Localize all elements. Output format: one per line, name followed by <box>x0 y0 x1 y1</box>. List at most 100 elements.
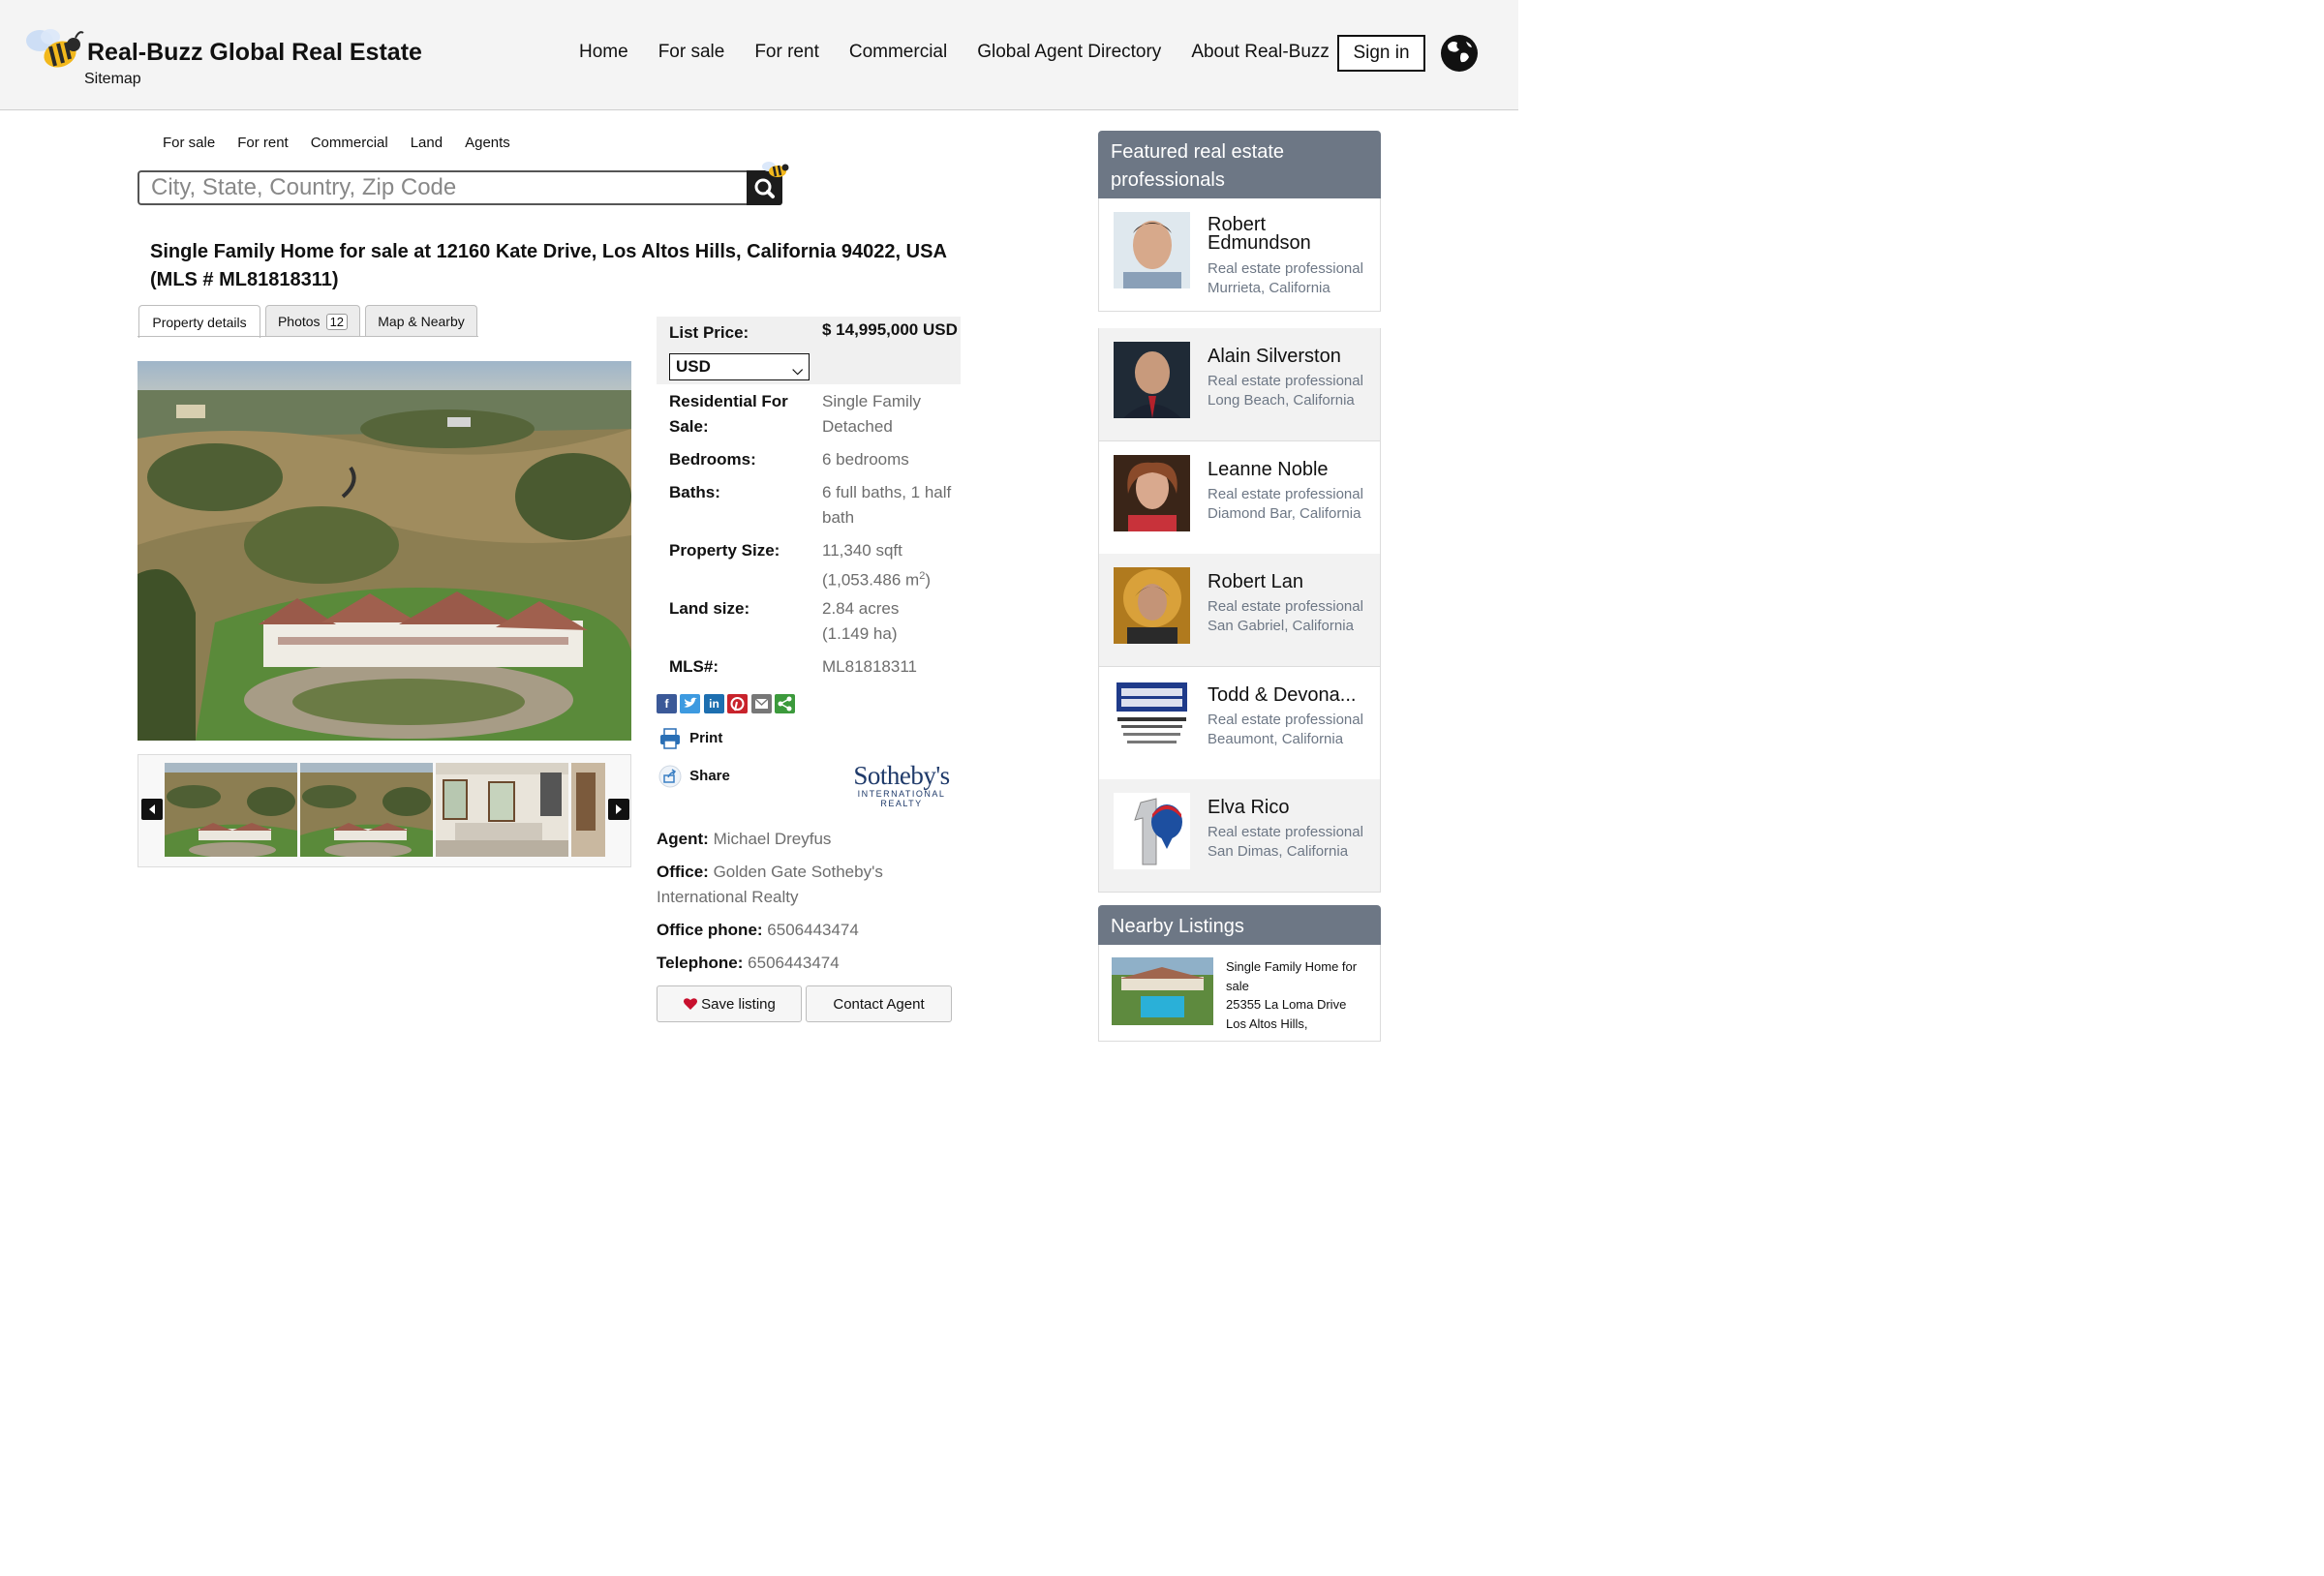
listing-title: Single Family Home for sale at 12160 Kat… <box>150 241 947 290</box>
broker-logo-subtitle: INTERNATIONAL REALTY <box>857 789 946 808</box>
nearby-listing-info[interactable]: Single Family Home for sale 25355 La Lom… <box>1226 957 1371 1033</box>
property-size-label: Property Size: <box>669 541 780 560</box>
tab-map-nearby-label: Map & Nearby <box>378 314 465 329</box>
location-search-input[interactable] <box>138 170 749 205</box>
agent-name[interactable]: Michael Dreyfus <box>714 830 832 848</box>
nearby-listing-city: Los Altos Hills, <box>1226 1015 1308 1031</box>
photo-thumbnail[interactable] <box>436 763 568 857</box>
nearby-listing-photo[interactable] <box>1112 957 1213 1025</box>
agent-location: Beaumont, California <box>1208 731 1344 747</box>
featured-agent-card[interactable]: Todd & Devona... Real estate professiona… <box>1098 667 1381 780</box>
save-listing-button[interactable]: Save listing <box>657 985 802 1022</box>
featured-agent-card[interactable]: Robert Lan Real estate professional San … <box>1098 554 1381 667</box>
sitemap-link[interactable]: Sitemap <box>84 71 141 88</box>
print-link[interactable]: Print <box>658 727 722 750</box>
broker-logo-name: Sotheby's <box>853 761 950 790</box>
nearby-listings-header: Nearby Listings <box>1098 905 1381 945</box>
share-icon[interactable] <box>775 694 795 713</box>
heart-icon <box>684 998 698 1010</box>
land-size-hectares: (1.149 ha) <box>822 624 898 643</box>
featured-agent-card[interactable]: Robert Edmundson Real estate professiona… <box>1098 198 1381 312</box>
email-icon[interactable] <box>751 694 772 713</box>
search-tab-for-sale[interactable]: For sale <box>163 135 215 151</box>
agent-photo[interactable] <box>1114 567 1190 644</box>
main-property-photo[interactable] <box>138 361 631 741</box>
agent-name[interactable]: Leanne Noble <box>1208 460 1372 479</box>
photo-thumbnail[interactable] <box>571 763 605 857</box>
photo-thumbnail[interactable] <box>165 763 297 857</box>
sign-in-button[interactable]: Sign in <box>1337 35 1425 72</box>
agent-name[interactable]: Todd & Devona... <box>1208 685 1372 705</box>
photos-count-badge: 12 <box>325 313 349 330</box>
agent-location: Murrieta, California <box>1208 280 1330 296</box>
telephone-label: Telephone: <box>657 954 744 972</box>
agent-photo[interactable] <box>1114 455 1190 531</box>
property-type-value: Single Family Detached <box>822 392 922 436</box>
telephone-line: Telephone: 6506443474 <box>657 951 966 976</box>
nav-for-sale[interactable]: For sale <box>658 42 725 63</box>
agent-logo[interactable] <box>1114 681 1190 757</box>
land-size-value: 2.84 acres (1.149 ha) <box>822 596 963 647</box>
tab-photos[interactable]: Photos 12 <box>265 305 360 337</box>
pinterest-icon[interactable] <box>727 694 748 713</box>
search-tab-agents[interactable]: Agents <box>465 135 510 151</box>
site-header: Real-Buzz Global Real Estate Sitemap Hom… <box>0 0 1518 110</box>
linkedin-icon[interactable]: in <box>704 694 724 713</box>
tab-divider <box>138 336 478 337</box>
nav-global-agent-directory[interactable]: Global Agent Directory <box>977 42 1161 63</box>
currency-selected-value: USD <box>676 357 711 376</box>
search-tab-commercial[interactable]: Commercial <box>311 135 388 151</box>
nearby-listing-card[interactable]: Single Family Home for sale 25355 La Lom… <box>1098 945 1381 1042</box>
photo-thumbnail-strip <box>138 754 631 867</box>
agent-role: Real estate professional <box>1208 824 1363 840</box>
property-size-sqft: 11,340 sqft <box>822 541 902 560</box>
contact-agent-button[interactable]: Contact Agent <box>806 985 952 1022</box>
share-label: Share <box>689 767 730 784</box>
agent-name[interactable]: Robert Lan <box>1208 572 1372 591</box>
nav-for-rent[interactable]: For rent <box>754 42 819 63</box>
prev-photo-button[interactable] <box>141 799 163 820</box>
share-link[interactable]: Share <box>658 765 730 788</box>
search-tab-land[interactable]: Land <box>411 135 443 151</box>
agent-role: Real estate professional <box>1208 712 1363 728</box>
share-arrow-icon <box>658 765 682 788</box>
print-label: Print <box>689 729 723 746</box>
search-category-tabs: For sale For rent Commercial Land Agents <box>163 135 533 151</box>
tab-property-details[interactable]: Property details <box>138 305 260 338</box>
broker-logo[interactable]: Sotheby's INTERNATIONAL REALTY <box>843 761 960 808</box>
prev-arrow-icon <box>149 804 155 814</box>
agent-name[interactable]: Elva Rico <box>1208 798 1372 817</box>
agent-logo[interactable] <box>1114 793 1190 869</box>
office-phone-value[interactable]: 6506443474 <box>767 921 859 939</box>
featured-agent-card[interactable]: Elva Rico Real estate professional San D… <box>1098 779 1381 893</box>
agent-role: Real estate professional <box>1208 486 1363 502</box>
agent-photo[interactable] <box>1114 212 1190 288</box>
next-photo-button[interactable] <box>608 799 629 820</box>
featured-agent-card[interactable]: Alain Silverston Real estate professiona… <box>1098 328 1381 441</box>
featured-professionals-header: Featured real estate professionals <box>1098 131 1381 198</box>
property-size-value: 11,340 sqft (1,053.486 m2) <box>822 538 963 593</box>
nav-about[interactable]: About Real-Buzz <box>1191 42 1330 63</box>
site-brand[interactable]: Real-Buzz Global Real Estate <box>87 39 422 67</box>
facebook-icon[interactable]: f <box>657 694 677 713</box>
photo-thumbnail[interactable] <box>300 763 433 857</box>
nearby-listing-type: Single Family Home for sale <box>1226 959 1358 993</box>
nav-commercial[interactable]: Commercial <box>849 42 947 63</box>
top-navigation: Home For sale For rent Commercial Global… <box>579 42 1360 63</box>
nav-home[interactable]: Home <box>579 42 628 63</box>
telephone-value[interactable]: 6506443474 <box>748 954 840 972</box>
mls-value: ML81818311 <box>822 657 917 676</box>
agent-location: San Gabriel, California <box>1208 618 1354 634</box>
featured-agent-card[interactable]: Leanne Noble Real estate professional Di… <box>1098 441 1381 555</box>
currency-select[interactable]: USD ⌵ <box>669 353 810 380</box>
baths-value: 6 full baths, 1 half bath <box>822 483 952 527</box>
twitter-icon[interactable] <box>680 694 700 713</box>
tab-map-nearby[interactable]: Map & Nearby <box>365 305 477 337</box>
bee-logo-icon[interactable] <box>23 27 85 74</box>
agent-name[interactable]: Alain Silverston <box>1208 347 1372 366</box>
agent-role: Real estate professional <box>1208 598 1363 615</box>
agent-name[interactable]: Robert Edmundson <box>1208 215 1372 253</box>
agent-photo[interactable] <box>1114 342 1190 418</box>
search-tab-for-rent[interactable]: For rent <box>237 135 289 151</box>
globe-icon[interactable] <box>1440 34 1479 73</box>
